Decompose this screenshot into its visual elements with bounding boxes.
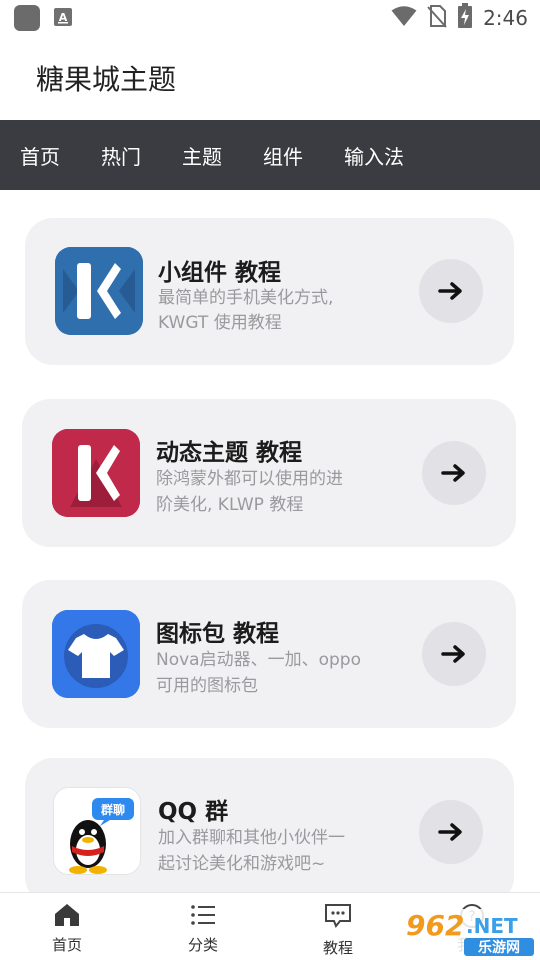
card-icon-pack-tutorial[interactable]: 图标包 教程 Nova启动器、一加、oppo 可用的图标包 [22, 580, 516, 728]
tab-input-method[interactable]: 输入法 [344, 141, 404, 170]
watermark-logo: 962 .NET 乐游网 [400, 905, 540, 960]
svg-text:962: 962 [406, 909, 464, 942]
card-title: QQ 群 [158, 799, 229, 825]
nav-label: 教程 [322, 939, 353, 957]
chat-icon [324, 903, 352, 933]
tab-themes[interactable]: 主题 [182, 141, 222, 170]
tshirt-icon [52, 610, 140, 698]
klwp-icon [52, 429, 140, 517]
nav-category[interactable]: 分类 [153, 893, 253, 960]
card-title: 动态主题 教程 [156, 440, 303, 466]
tab-bar: 首页 热门 主题 组件 输入法 [0, 120, 540, 190]
status-time: 2:46 [483, 6, 528, 30]
svg-text:乐游网: 乐游网 [478, 939, 520, 956]
no-sim-icon [427, 4, 447, 32]
arrow-right-icon[interactable] [422, 441, 486, 505]
home-icon [54, 903, 80, 931]
card-title: 图标包 教程 [156, 621, 280, 647]
kwgt-icon [55, 247, 143, 335]
arrow-right-icon[interactable] [419, 259, 483, 323]
card-desc-line2: 起讨论美化和游戏吧~ [158, 854, 326, 874]
qq-penguin-icon: 群聊 [53, 787, 141, 875]
battery-charging-icon [457, 3, 473, 33]
arrow-right-icon[interactable] [419, 800, 483, 864]
card-desc-line1: 除鸿蒙外都可以使用的进 [156, 469, 343, 489]
tab-popular[interactable]: 热门 [101, 141, 141, 170]
arrow-right-icon[interactable] [422, 622, 486, 686]
card-desc-line1: 最简单的手机美化方式, [158, 288, 334, 308]
app-header: 糖果城主题 [0, 36, 540, 120]
nav-label: 分类 [187, 936, 218, 954]
card-desc-line1: Nova启动器、一加、oppo [156, 650, 361, 670]
card-live-theme-tutorial[interactable]: 动态主题 教程 除鸿蒙外都可以使用的进 阶美化, KLWP 教程 [22, 399, 516, 547]
app-title: 糖果城主题 [36, 63, 177, 96]
nav-label: 首页 [51, 936, 82, 954]
nav-home[interactable]: 首页 [17, 893, 117, 960]
app-icon [14, 5, 40, 31]
card-title: 小组件 教程 [158, 260, 282, 286]
list-icon [190, 903, 216, 931]
status-bar: A 2:46 [0, 0, 540, 36]
a-icon: A [54, 8, 72, 26]
card-desc-line2: KWGT 使用教程 [158, 313, 282, 333]
tab-widgets[interactable]: 组件 [263, 141, 303, 170]
card-widget-tutorial[interactable]: 小组件 教程 最简单的手机美化方式, KWGT 使用教程 [25, 218, 514, 365]
svg-text:.NET: .NET [466, 914, 518, 938]
card-desc-line2: 可用的图标包 [156, 676, 258, 696]
tab-home[interactable]: 首页 [20, 141, 60, 170]
nav-tutorial[interactable]: 教程 [288, 893, 388, 960]
card-desc-line1: 加入群聊和其他小伙伴一 [158, 828, 345, 848]
wifi-icon [391, 5, 417, 31]
card-qq-group[interactable]: 群聊 QQ 群 加入群聊和其他小伙伴一 起讨论美化和游戏吧~ [25, 758, 514, 905]
qq-badge-label: 群聊 [100, 802, 125, 817]
card-desc-line2: 阶美化, KLWP 教程 [156, 495, 304, 515]
